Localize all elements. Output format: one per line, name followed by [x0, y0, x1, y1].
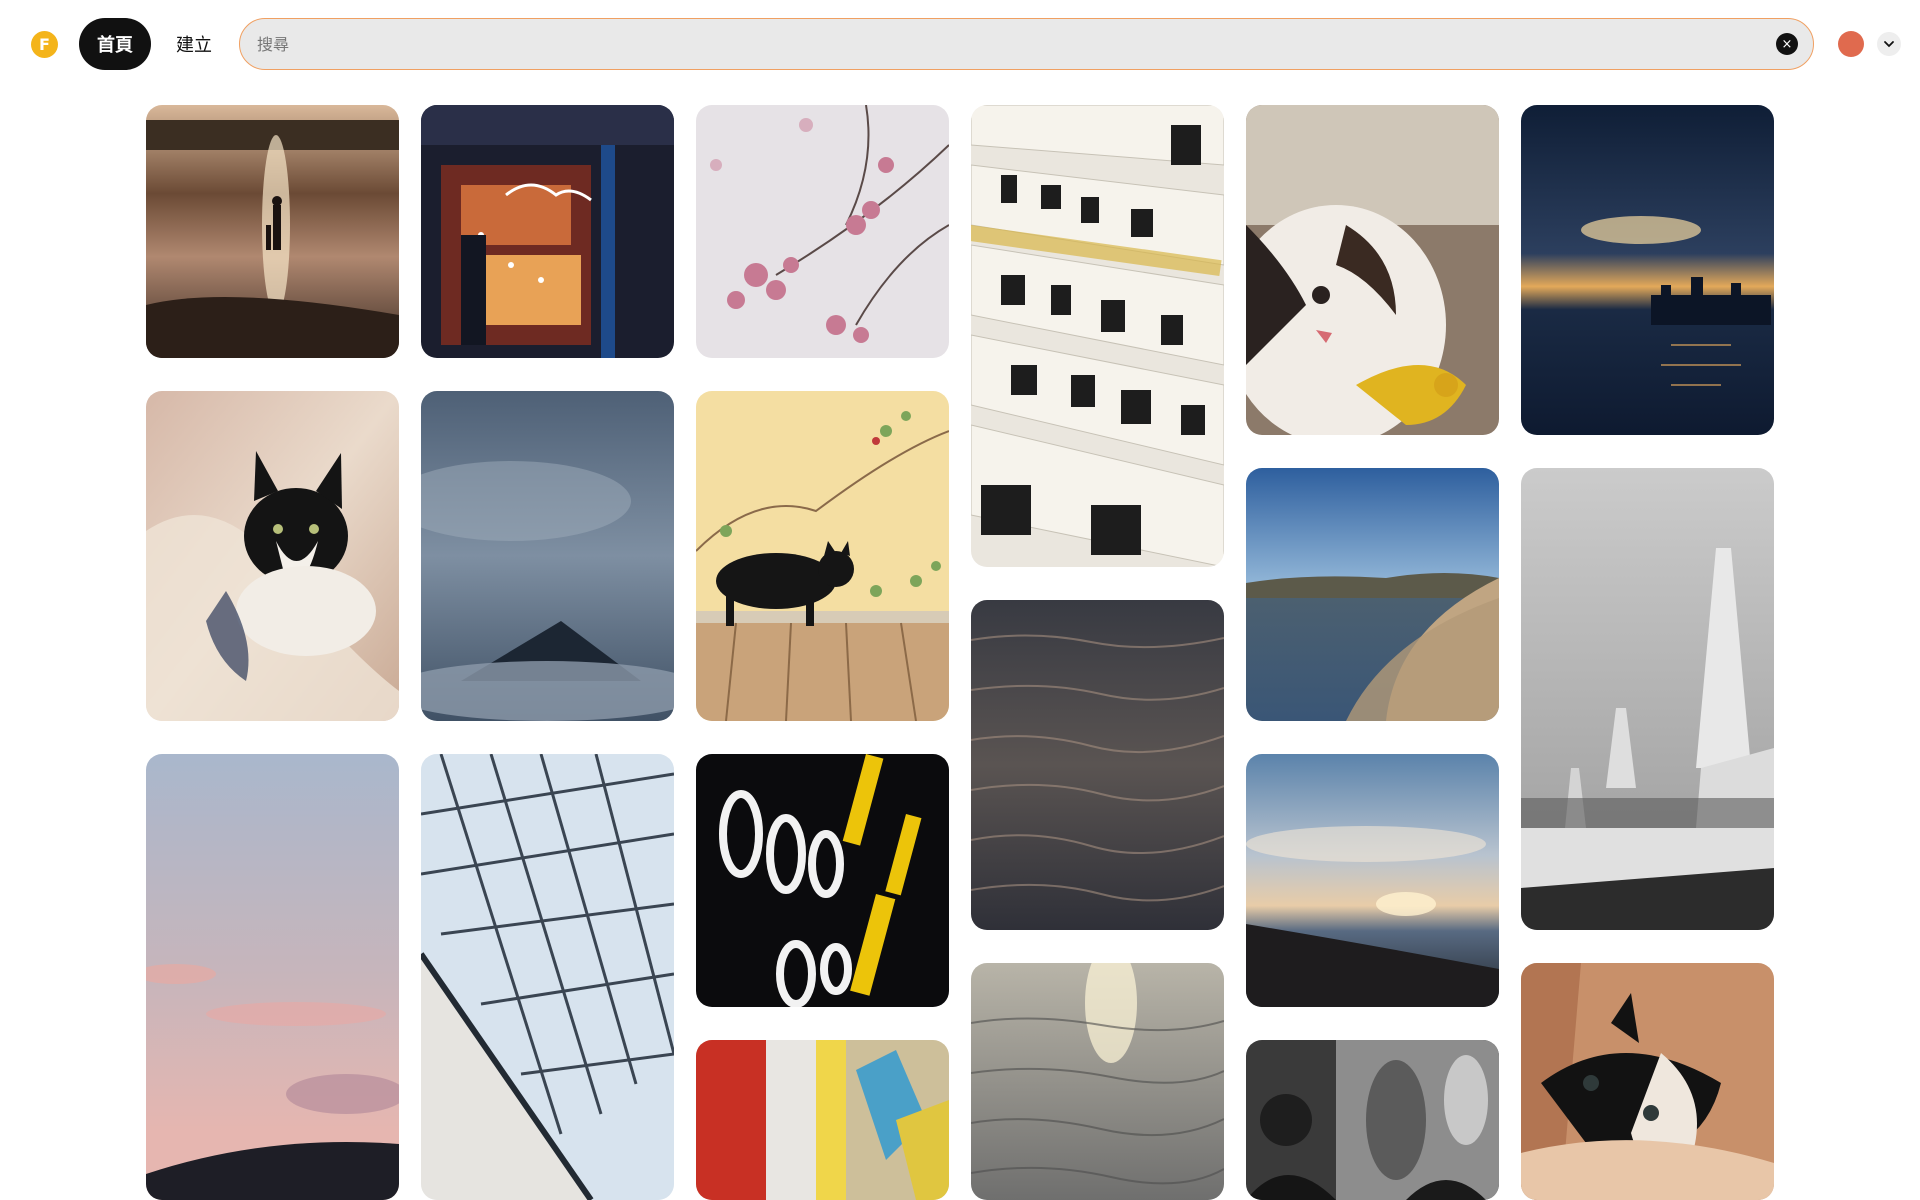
pin-chinese-calligraphy-fan[interactable] [971, 105, 1224, 567]
pin-misty-mountain[interactable] [421, 391, 674, 721]
pin-pink-sky-hills[interactable] [146, 754, 399, 1200]
pin-cat-on-blanket[interactable] [146, 391, 399, 721]
pin-beach-sunset-clouds[interactable] [1246, 754, 1499, 1007]
pin-kitten-yellow-collar[interactable] [1246, 105, 1499, 435]
pin-neon-cafe-night[interactable] [421, 105, 674, 358]
pin-bw-temple-mural[interactable] [1246, 1040, 1499, 1200]
pin-prayer-flags-red[interactable] [696, 1040, 949, 1200]
pin-dark-water-ripples[interactable] [971, 600, 1224, 930]
pin-dusk-city-skyline-water[interactable] [1521, 105, 1774, 435]
pin-black-cat-on-deck[interactable] [696, 391, 949, 721]
pin-pink-blossoms[interactable] [696, 105, 949, 358]
pin-white-stupas[interactable] [1521, 468, 1774, 930]
pin-grid [0, 0, 1920, 1200]
pin-beach-sunset-family[interactable] [146, 105, 399, 358]
pin-sunlit-water[interactable] [971, 963, 1224, 1200]
pin-neon-signs-bokeh[interactable] [696, 754, 949, 1007]
pin-glass-roof-grid[interactable] [421, 754, 674, 1200]
pin-lake-shore-town[interactable] [1246, 468, 1499, 721]
pin-cat-peeking[interactable] [1521, 963, 1774, 1200]
